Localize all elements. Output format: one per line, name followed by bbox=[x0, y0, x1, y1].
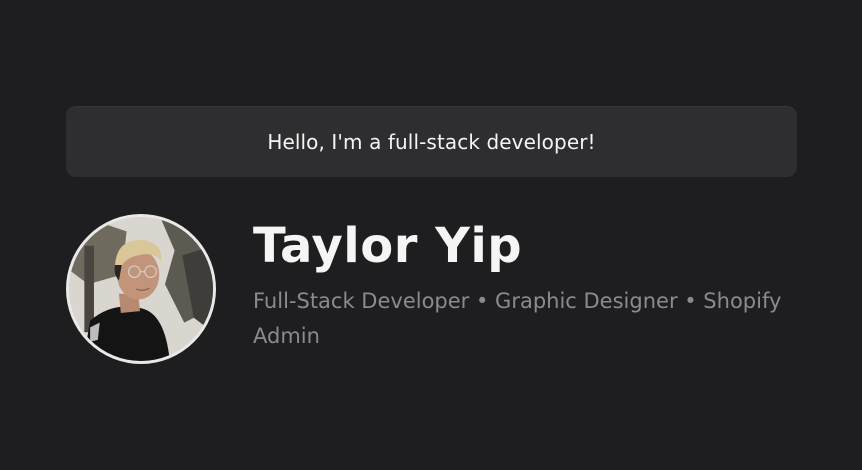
profile-roles: Full-Stack Developer • Graphic Designer … bbox=[253, 289, 782, 348]
profile-name: Taylor Yip bbox=[253, 218, 523, 274]
profile-photo-icon bbox=[69, 217, 213, 361]
greeting-banner: Hello, I'm a full-stack developer! bbox=[66, 106, 797, 177]
profile-section: Taylor Yip Full-Stack Developer • Graphi… bbox=[66, 214, 797, 364]
avatar bbox=[66, 214, 216, 364]
greeting-text: Hello, I'm a full-stack developer! bbox=[267, 129, 596, 154]
